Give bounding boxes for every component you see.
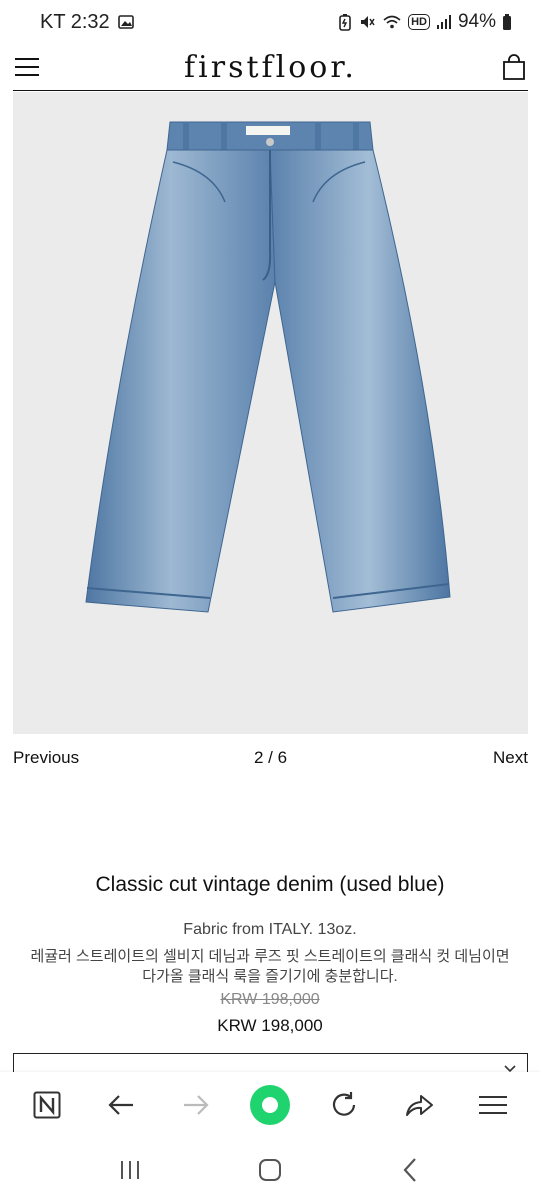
battery-saver-icon [338,13,352,31]
jeans-illustration [85,121,451,613]
share-arrow-icon [405,1095,433,1116]
forward-button[interactable] [172,1081,220,1129]
description-line-2: 다가올 클래식 룩을 즐기기에 충분합니다. [142,968,398,985]
share-button[interactable] [395,1081,443,1129]
previous-button[interactable]: Previous [13,748,79,768]
hd-label: HD [411,16,427,28]
site-header: firstfloor. [13,44,528,91]
naver-n-icon [33,1091,61,1119]
arrow-left-icon [108,1095,134,1115]
hamburger-icon [478,1096,507,1114]
home-icon [259,1159,281,1181]
naver-home-button[interactable] [23,1081,71,1129]
arrow-right-icon [183,1095,209,1115]
next-button[interactable]: Next [493,748,528,768]
gallery-nav: Previous 2 / 6 Next [13,745,528,771]
recent-apps-button[interactable] [105,1145,155,1195]
green-dot-icon [249,1085,290,1125]
carrier-time: KT 2:32 [40,10,110,33]
chevron-left-icon [403,1158,416,1182]
product-description: 레귤러 스트레이트의 셀비지 데님과 루즈 핏 스트레이트의 클래식 컷 데님이… [10,947,530,987]
browser-menu-button[interactable] [469,1081,517,1129]
cart-button[interactable] [500,53,528,81]
refresh-icon [333,1092,356,1116]
product-image[interactable] [13,92,528,734]
menu-button[interactable] [13,53,41,81]
hamburger-icon [15,58,39,76]
system-nav [0,1140,540,1200]
battery-percent: 94% [457,11,496,32]
current-price: KRW 198,000 [217,1016,323,1035]
mute-icon [358,13,376,31]
browser-toolbar [0,1072,540,1138]
status-left: KT 2:32 [40,11,134,34]
refresh-button[interactable] [320,1081,368,1129]
signal-icon [436,14,452,30]
back-button[interactable] [97,1081,145,1129]
original-price: KRW 198,000 [220,991,320,1008]
product-fabric: Fabric from ITALY. 13oz. [183,921,357,938]
battery-icon [502,13,512,31]
status-right: HD 94% [338,11,512,33]
system-back-button[interactable] [385,1145,435,1195]
site-logo[interactable]: firstfloor. [184,50,357,85]
description-line-1: 레귤러 스트레이트의 셀비지 데님과 루즈 핏 스트레이트의 클래식 컷 데님이… [30,948,510,965]
status-bar: KT 2:32 HD 94% [0,0,540,44]
green-dot-button[interactable] [246,1081,294,1129]
recent-apps-icon [121,1161,139,1179]
product-title: Classic cut vintage denim (used blue) [95,873,445,896]
home-button[interactable] [245,1145,295,1195]
gallery-notification-icon [117,14,134,30]
shopping-bag-icon [503,54,525,80]
gallery-counter: 2 / 6 [253,748,288,767]
wifi-icon [382,14,402,30]
hd-voice-icon: HD [408,14,430,30]
